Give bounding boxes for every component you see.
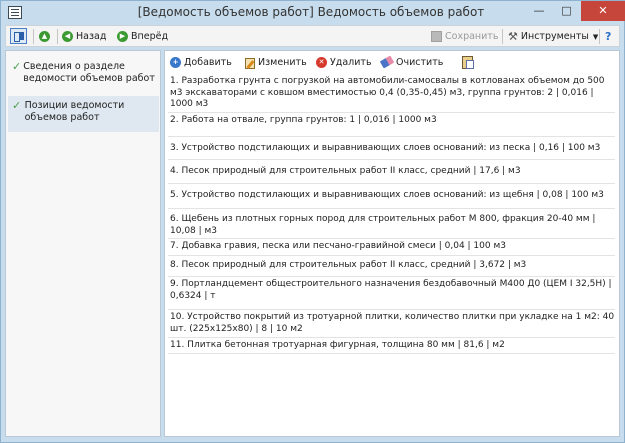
toolbar-separator [599, 29, 600, 44]
chevron-down-icon: ▼ [592, 32, 599, 41]
toolbar-separator [33, 29, 34, 44]
floppy-disk-icon [431, 31, 442, 42]
sidebar-item-label: Сведения о разделе ведомости объемов раб… [23, 61, 155, 84]
app-window: [Ведомость объемов работ] Ведомость объе… [0, 0, 625, 443]
add-button[interactable]: + Добавить [170, 55, 232, 69]
list-item[interactable]: 4. Песок природный для строительных рабо… [168, 160, 615, 184]
toolbar-separator [502, 29, 503, 44]
toolbar-separator [57, 29, 58, 44]
forward-button[interactable]: ▶ Вперёд [117, 28, 168, 45]
main-toolbar: ▲ ◀ Назад ▶ Вперёд Сохранить ⚒ Инструмен… [5, 25, 620, 47]
forward-label: Вперёд [131, 31, 169, 42]
positions-toolbar: + Добавить Изменить ✕ Удалить Очистить [165, 51, 619, 73]
sidebar-item-section-info[interactable]: ✓ Сведения о разделе ведомости объемов р… [8, 61, 159, 91]
tools-label: Инструменты [520, 31, 589, 42]
add-label: Добавить [184, 56, 232, 68]
list-item[interactable]: 2. Работа на отвале, группа грунтов: 1 |… [168, 115, 615, 137]
home-button[interactable]: ▲ [39, 28, 50, 45]
maximize-button[interactable]: □ [553, 1, 580, 21]
paste-button[interactable] [462, 55, 474, 69]
clipboard-icon [462, 55, 474, 69]
checkmark-icon: ✓ [12, 99, 22, 112]
sidebar-item-label: Позиции ведомости объемов работ [24, 100, 125, 123]
positions-panel: + Добавить Изменить ✕ Удалить Очистить 1… [164, 50, 620, 437]
wrench-icon: ⚒ [508, 30, 518, 43]
list-item[interactable]: 6. Щебень из плотных горных пород для ст… [168, 209, 615, 239]
plus-icon: + [170, 56, 181, 68]
delete-x-icon: ✕ [316, 56, 327, 68]
list-item[interactable]: 1. Разработка грунта с погрузкой на авто… [168, 76, 615, 113]
title-bar[interactable]: [Ведомость объемов работ] Ведомость объе… [1, 1, 625, 24]
back-label: Назад [76, 31, 107, 42]
arrow-left-icon: ◀ [62, 31, 73, 42]
edit-button[interactable]: Изменить [244, 55, 307, 69]
list-item[interactable]: 10. Устройство покрытий из тротуарной пл… [168, 310, 615, 338]
delete-button[interactable]: ✕ Удалить [316, 55, 372, 69]
pencil-icon [244, 57, 255, 69]
edit-label: Изменить [258, 56, 307, 68]
sidebar-item-positions[interactable]: ✓ Позиции ведомости объемов работ [8, 96, 159, 132]
clear-label: Очистить [396, 56, 444, 68]
back-button[interactable]: ◀ Назад [62, 28, 106, 45]
help-button[interactable]: ? [605, 28, 611, 45]
navigation-sidebar: ✓ Сведения о разделе ведомости объемов р… [5, 50, 161, 437]
home-arrow-up-icon: ▲ [39, 31, 50, 42]
clear-button[interactable]: Очистить [379, 55, 444, 69]
list-item[interactable]: 8. Песок природный для строительных рабо… [168, 256, 615, 277]
list-item[interactable]: 5. Устройство подстилающих и выравнивающ… [168, 184, 615, 209]
minimize-button[interactable]: — [525, 1, 553, 21]
window-title: [Ведомость объемов работ] Ведомость объе… [137, 5, 485, 19]
arrow-right-icon: ▶ [117, 31, 128, 42]
save-label: Сохранить [445, 31, 499, 42]
help-icon: ? [605, 30, 612, 43]
list-item[interactable]: 7. Добавка гравия, песка или песчано-гра… [168, 239, 615, 256]
sidebar-toggle-button[interactable] [10, 28, 27, 44]
list-item[interactable]: 9. Портландцемент общестроительного назн… [168, 277, 615, 310]
list-item[interactable]: 3. Устройство подстилающих и выравнивающ… [168, 137, 615, 160]
delete-label: Удалить [330, 56, 372, 68]
eraser-icon [379, 55, 395, 69]
app-menu-icon[interactable] [8, 6, 22, 19]
save-button[interactable]: Сохранить [431, 28, 498, 45]
list-item[interactable]: 11. Плитка бетонная тротуарная фигурная,… [168, 338, 615, 354]
close-button[interactable]: ✕ [581, 1, 625, 21]
checkmark-icon: ✓ [12, 60, 22, 73]
tools-dropdown[interactable]: ⚒ Инструменты ▼ [508, 28, 598, 45]
